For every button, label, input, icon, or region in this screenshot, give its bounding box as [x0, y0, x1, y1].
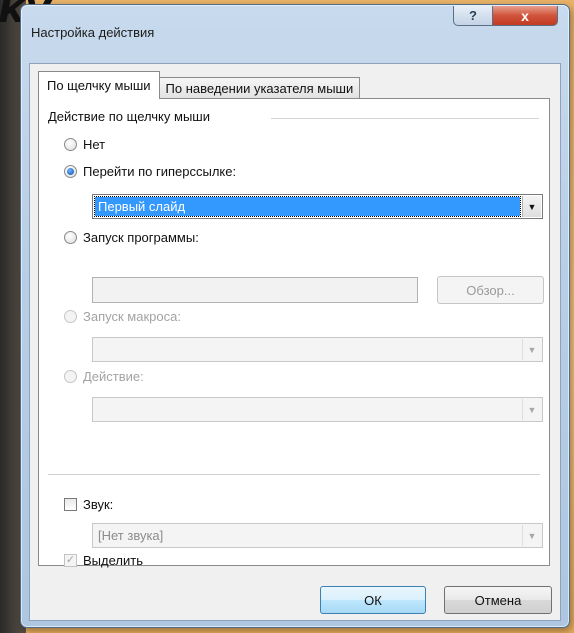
radio-hyperlink-circle[interactable] [64, 165, 77, 178]
highlight-checkbox[interactable]: ✓ [64, 554, 77, 567]
title-bar[interactable]: Настройка действия ? x [21, 5, 569, 63]
chevron-down-icon[interactable]: ▼ [522, 399, 541, 420]
group-divider [271, 118, 539, 119]
chevron-down-icon[interactable]: ▼ [522, 196, 541, 217]
highlight-label: Выделить [83, 553, 143, 568]
help-button[interactable]: ? [453, 6, 493, 26]
radio-run-program-circle[interactable] [64, 231, 77, 244]
radio-hyperlink[interactable]: Перейти по гиперссылке: [64, 164, 236, 179]
sound-select[interactable]: [Нет звука] ▼ [92, 523, 543, 548]
dialog-client: По щелчку мыши По наведении указателя мы… [29, 63, 561, 621]
cancel-button[interactable]: Отмена [444, 586, 552, 614]
tab-panel: Действие по щелчку мыши Нет Перейти по г… [38, 98, 550, 568]
object-action-select-value [95, 400, 101, 419]
tab-on-click[interactable]: По щелчку мыши [38, 71, 160, 99]
group-title: Действие по щелчку мыши [48, 109, 210, 124]
action-settings-dialog: Настройка действия ? x По щелчку мыши По… [20, 4, 570, 628]
radio-none-label: Нет [83, 137, 106, 152]
close-button[interactable]: x [492, 6, 558, 26]
help-icon: ? [469, 8, 477, 23]
radio-object-action-label: Действие: [83, 369, 144, 384]
close-icon: x [521, 7, 529, 24]
radio-hyperlink-label: Перейти по гиперссылке: [83, 164, 237, 179]
ok-button[interactable]: ОК [320, 586, 426, 614]
hyperlink-select-value: Первый слайд [94, 196, 521, 217]
sound-label: Звук: [83, 497, 114, 512]
object-action-select[interactable]: ▼ [92, 397, 543, 422]
radio-run-program-label: Запуск программы: [83, 230, 199, 245]
radio-object-action-circle[interactable] [64, 370, 77, 383]
chevron-down-icon[interactable]: ▼ [522, 525, 541, 546]
radio-run-program[interactable]: Запуск программы: [64, 230, 199, 245]
sound-select-value: [Нет звука] [98, 528, 164, 543]
radio-run-macro[interactable]: Запуск макроса: [64, 309, 181, 324]
radio-run-macro-label: Запуск макроса: [83, 309, 181, 324]
macro-select-value [95, 340, 101, 359]
radio-run-macro-circle[interactable] [64, 310, 77, 323]
radio-none-circle[interactable] [64, 138, 77, 151]
chevron-down-icon[interactable]: ▼ [522, 339, 541, 360]
browse-button[interactable]: Обзор... [437, 276, 544, 304]
radio-object-action[interactable]: Действие: [64, 369, 144, 384]
hyperlink-select[interactable]: Первый слайд ▼ [92, 194, 543, 219]
highlight-checkbox-row[interactable]: ✓ Выделить [64, 553, 143, 568]
tab-strip: По щелчку мыши По наведении указателя мы… [38, 71, 361, 99]
program-path-input[interactable] [92, 277, 418, 303]
section-divider [48, 474, 540, 475]
sound-checkbox[interactable] [64, 498, 77, 511]
dialog-title: Настройка действия [31, 25, 155, 40]
sound-checkbox-row[interactable]: Звук: [64, 497, 113, 512]
radio-none[interactable]: Нет [64, 137, 105, 152]
macro-select[interactable]: ▼ [92, 337, 543, 362]
tab-on-hover[interactable]: По наведении указателя мыши [158, 77, 361, 99]
